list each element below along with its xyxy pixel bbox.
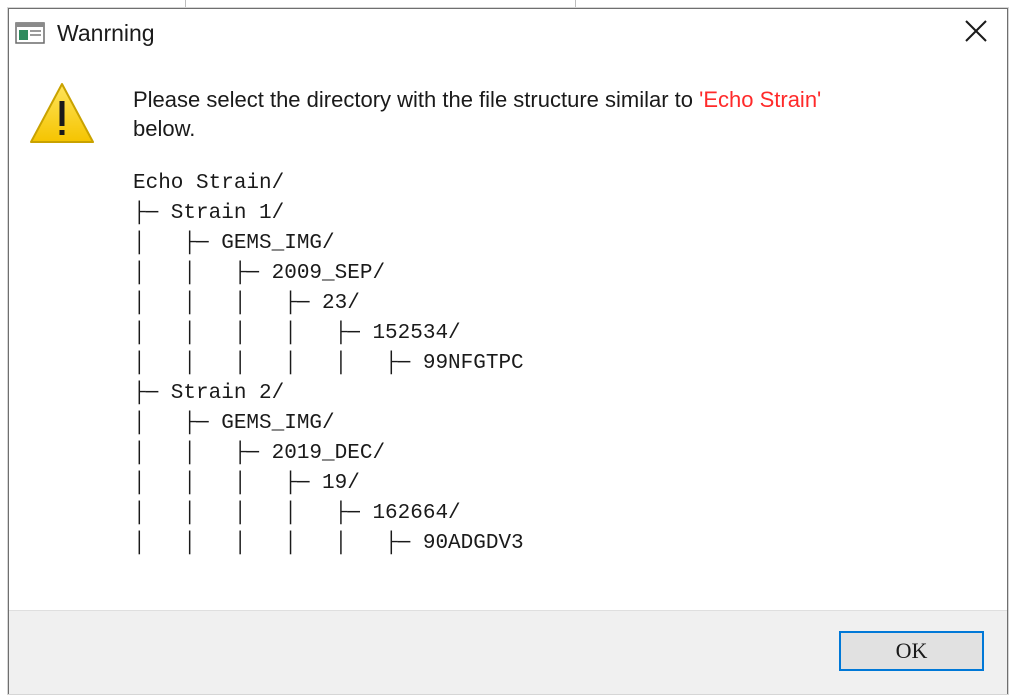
background-divider (575, 0, 576, 8)
directory-tree: Echo Strain/ ├─ Strain 1/ │ ├─ GEMS_IMG/… (133, 169, 524, 559)
tree-line: │ │ │ │ ├─ 152534/ (133, 322, 461, 345)
title-bar[interactable]: Wanrning (9, 9, 1007, 59)
ok-button-label: OK (895, 638, 928, 663)
tree-line: Echo Strain/ (133, 172, 285, 195)
message-text: Please select the directory with the fil… (133, 87, 700, 112)
tree-line: │ │ │ ├─ 23/ (133, 292, 360, 315)
tree-line: │ │ │ │ │ ├─ 90ADGDV3 (133, 532, 524, 555)
message-folder-name: 'Echo Strain' (699, 87, 822, 112)
close-button[interactable] (945, 9, 1007, 57)
tree-line: │ │ │ │ │ ├─ 99NFGTPC (133, 352, 524, 375)
close-icon (964, 19, 988, 48)
tree-line: │ │ │ ├─ 19/ (133, 472, 360, 495)
warning-dialog: Wanrning Please select the directory wit… (8, 8, 1008, 694)
tree-line: ├─ Strain 1/ (133, 202, 285, 225)
tree-line: ├─ Strain 2/ (133, 382, 285, 405)
background-divider (185, 0, 186, 8)
window-app-icon (15, 22, 45, 44)
warning-message: Please select the directory with the fil… (133, 85, 993, 143)
message-text-end: below. (133, 116, 196, 141)
tree-line: │ ├─ GEMS_IMG/ (133, 412, 335, 435)
tree-line: │ │ ├─ 2019_DEC/ (133, 442, 386, 465)
tree-line: │ │ ├─ 2009_SEP/ (133, 262, 386, 285)
dialog-title: Wanrning (57, 20, 155, 46)
dialog-footer: OK (9, 610, 1007, 694)
ok-button[interactable]: OK (839, 631, 984, 671)
dialog-content: Please select the directory with the fil… (9, 59, 1007, 610)
tree-line: │ ├─ GEMS_IMG/ (133, 232, 335, 255)
warning-triangle-icon (29, 81, 95, 147)
tree-line: │ │ │ │ ├─ 162664/ (133, 502, 461, 525)
